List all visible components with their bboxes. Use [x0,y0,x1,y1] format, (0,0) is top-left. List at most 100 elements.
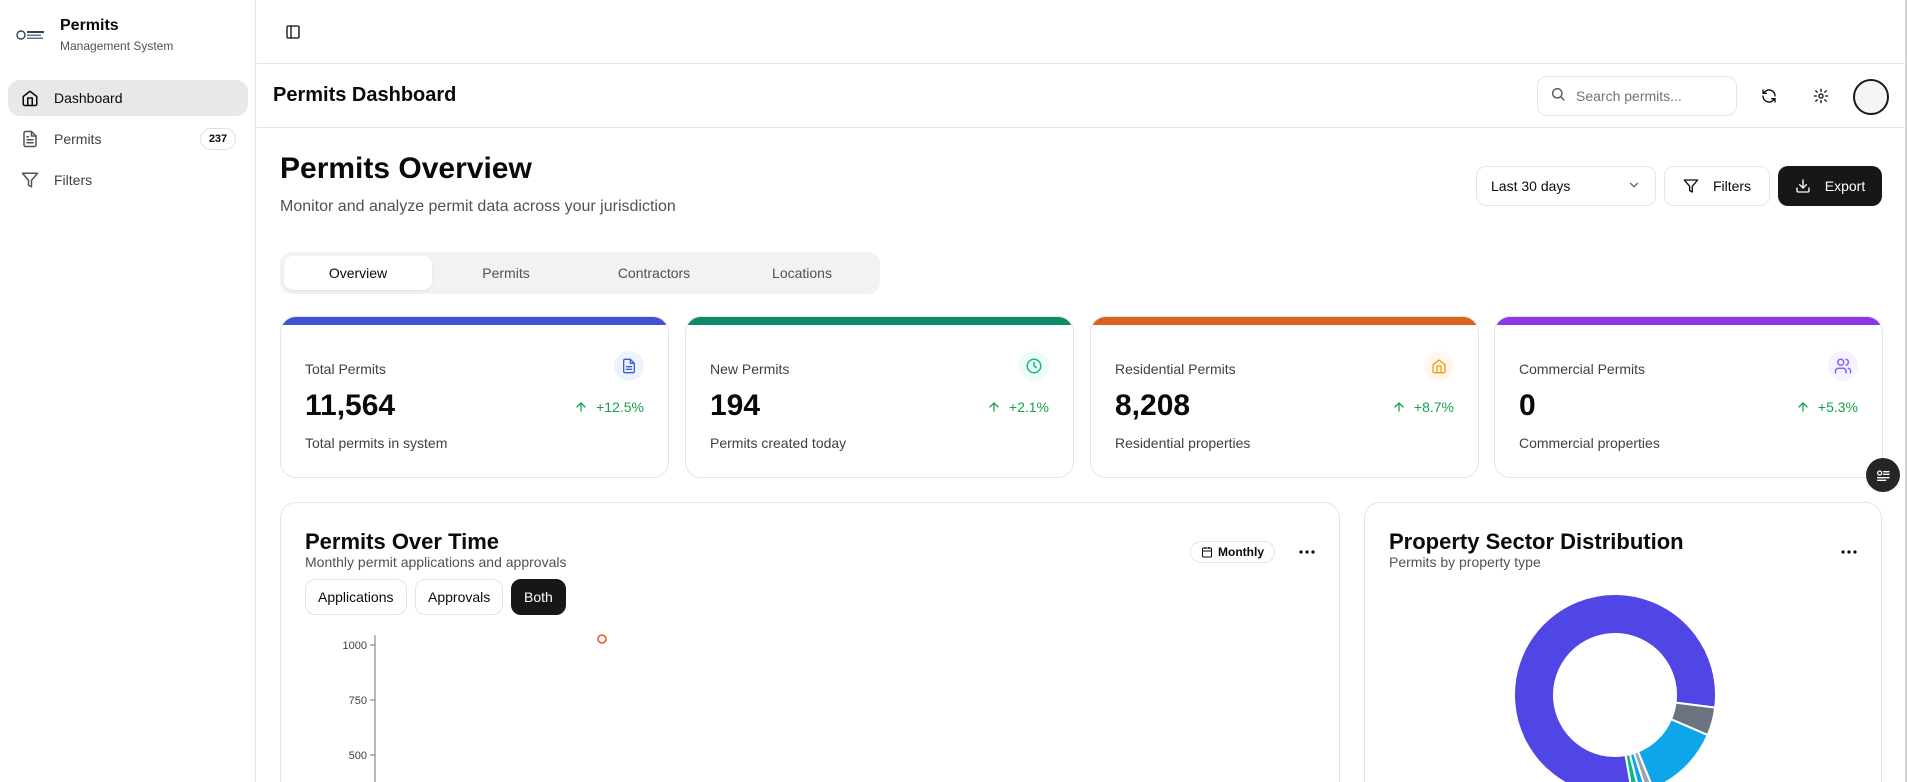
overview-subtitle: Monitor and analyze permit data across y… [280,198,676,215]
stat-description: Permits created today [710,435,847,451]
refresh-icon[interactable] [1757,84,1781,108]
export-button[interactable]: Export [1778,166,1882,206]
arrow-up-icon [1798,402,1808,412]
sidebar-item-label: Filters [54,172,93,188]
stat-label: New Permits [710,361,790,377]
y-tick-label: 1000 [343,640,367,652]
card-accent-bar [1091,317,1478,325]
toggle-approvals[interactable]: Approvals [415,579,504,615]
period-value: Monthly [1218,545,1264,559]
panel-title: Property Sector Distribution [1389,529,1684,554]
gear-icon[interactable] [1809,84,1833,108]
permits-count-badge: 237 [200,128,236,150]
stat-value: 8,208 [1115,389,1191,422]
sidebar-item-permits[interactable]: Permits 237 [8,121,248,157]
y-tick-label: 500 [349,750,367,762]
chevron-down-icon [1627,178,1641,195]
search-input[interactable] [1576,88,1726,104]
data-points [597,634,607,644]
stat-change: +8.7% [1392,399,1454,415]
stat-value: 11,564 [305,389,396,422]
toggle-applications[interactable]: Applications [305,579,407,615]
more-icon[interactable] [1839,545,1859,559]
tab-bar: Overview Permits Contractors Locations [280,252,880,294]
page-title: Permits Dashboard [273,84,457,106]
sector-distribution-panel: Property Sector Distribution Permits by … [1364,502,1882,782]
avatar[interactable] [1853,79,1889,115]
page-header: Permits Dashboard [257,64,1907,128]
sector-donut-chart [1513,593,1717,782]
more-icon[interactable] [1297,545,1317,559]
stat-description: Residential properties [1115,435,1251,451]
stat-label: Commercial Permits [1519,361,1646,377]
brand-subtitle: Management System [60,39,174,53]
stat-change-value: +8.7% [1413,399,1454,415]
period-select[interactable]: Monthly [1190,541,1275,563]
sidebar-item-label: Dashboard [54,90,123,106]
card-accent-bar [686,317,1073,325]
toggle-both[interactable]: Both [511,579,566,615]
panel-subtitle: Monthly permit applications and approval… [305,554,567,570]
date-range-value: Last 30 days [1491,178,1571,194]
clock-icon [1019,351,1049,381]
export-button-label: Export [1824,178,1866,194]
sidebar: Permits Management System Dashboard Perm… [0,0,256,782]
tab-permits[interactable]: Permits [432,256,580,290]
stat-card-total-permits[interactable]: Total Permits 11,564 +12.5% Total permit… [280,316,669,478]
y-tick-label: 750 [349,695,367,707]
users-icon [1828,351,1858,381]
stat-change: +12.5% [574,399,644,415]
sidebar-item-dashboard[interactable]: Dashboard [8,80,248,116]
funnel-icon [20,170,40,190]
permits-line-chart: 1000 750 500 [343,634,607,782]
stat-label: Total Permits [305,361,386,377]
y-axis-ticks: 1000 750 500 [343,640,375,762]
search-icon [1550,86,1566,107]
stat-change-value: +2.1% [1008,399,1049,415]
arrow-up-icon [989,402,999,412]
document-icon [614,351,644,381]
brand-title: Permits [60,17,119,34]
floating-options-button[interactable] [1866,458,1900,492]
overview-title: Permits Overview [280,152,532,185]
stat-change-value: +5.3% [1817,399,1858,415]
tab-contractors[interactable]: Contractors [580,256,728,290]
filters-button[interactable]: Filters [1664,166,1770,206]
house-icon [1424,351,1454,381]
stat-description: Total permits in system [305,435,448,451]
filters-button-label: Filters [1712,178,1752,194]
stat-value: 194 [710,389,761,422]
stat-card-commercial-permits[interactable]: Commercial Permits 0 +5.3% Commercial pr… [1494,316,1883,478]
stat-label: Residential Permits [1115,361,1236,377]
sidebar-item-filters[interactable]: Filters [8,162,248,198]
arrow-up-icon [576,402,586,412]
options-icon [1877,470,1890,481]
top-bar [257,0,1907,64]
company-logo-icon [16,26,46,44]
sidebar-toggle-icon[interactable] [281,20,305,44]
tab-locations[interactable]: Locations [728,256,876,290]
document-icon [20,129,40,149]
date-range-select[interactable]: Last 30 days [1476,166,1656,206]
tab-overview[interactable]: Overview [284,256,432,290]
card-accent-bar [281,317,668,325]
sidebar-item-label: Permits [54,131,102,147]
card-accent-bar [1495,317,1882,325]
download-icon [1796,179,1810,193]
stat-change: +5.3% [1796,399,1858,415]
stat-card-new-permits[interactable]: New Permits 194 +2.1% Permits created to… [685,316,1074,478]
sidebar-nav: Dashboard Permits 237 Filters [8,80,248,203]
brand[interactable]: Permits Management System [16,16,173,54]
panel-title: Permits Over Time [305,529,500,554]
data-point[interactable] [597,634,607,644]
home-icon [20,88,40,108]
stat-card-residential-permits[interactable]: Residential Permits 8,208 +8.7% Resident… [1090,316,1479,478]
stat-description: Commercial properties [1519,435,1660,451]
panel-subtitle: Permits by property type [1389,554,1541,570]
stat-change-value: +12.5% [596,399,644,415]
permits-over-time-panel: Permits Over Time Monthly permit applica… [280,502,1340,782]
funnel-icon [1683,179,1699,193]
search-box[interactable] [1537,76,1737,116]
stat-change: +2.1% [987,399,1049,415]
calendar-icon [1202,547,1212,558]
